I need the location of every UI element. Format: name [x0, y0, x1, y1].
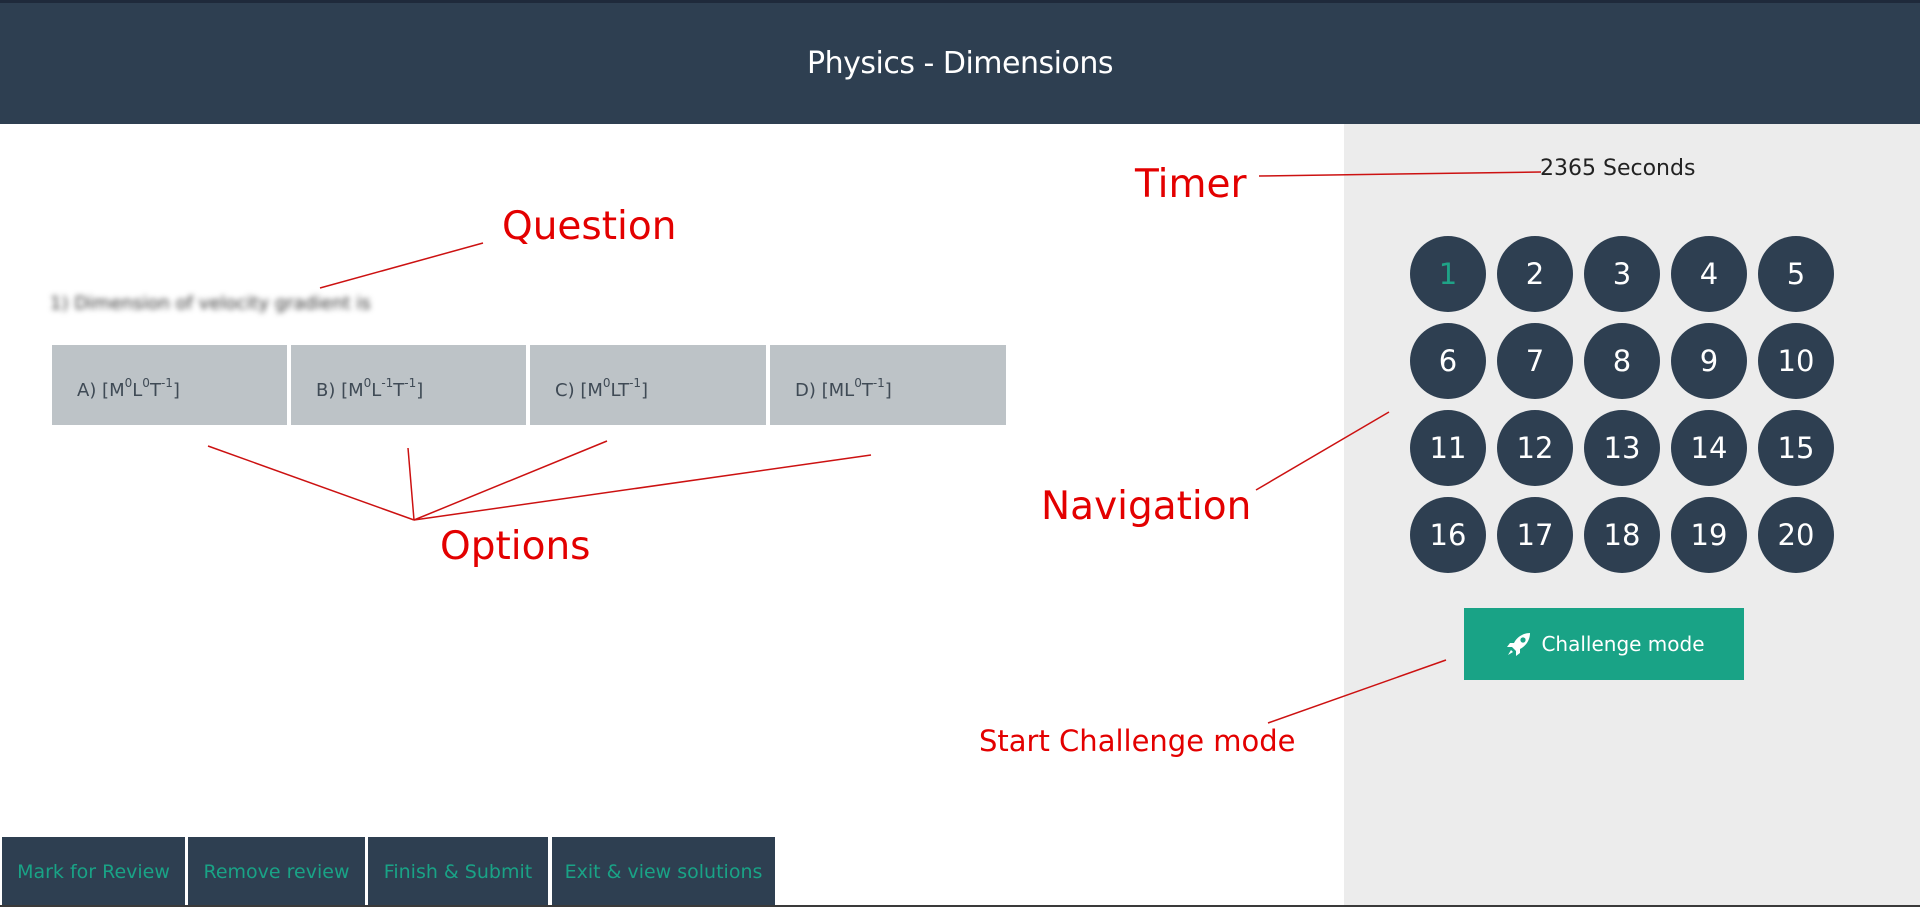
option-a[interactable]: A) [M0L0T-1]	[52, 345, 287, 425]
nav-button-20[interactable]: 20	[1758, 497, 1834, 573]
option-b-close: ]	[416, 380, 424, 401]
exit-view-solutions-button[interactable]: Exit & view solutions	[552, 837, 775, 907]
option-a-sup-2: 0	[142, 376, 150, 390]
nav-button-18[interactable]: 18	[1584, 497, 1660, 573]
option-d[interactable]: D) [ML0T-1]	[770, 345, 1006, 425]
option-a-text: A) [M	[77, 380, 125, 401]
nav-button-8[interactable]: 8	[1584, 323, 1660, 399]
nav-button-6[interactable]: 6	[1410, 323, 1486, 399]
question-text: 1) Dimension of velocity gradient is	[50, 293, 371, 314]
nav-button-9[interactable]: 9	[1671, 323, 1747, 399]
option-d-sup-2: -1	[872, 376, 885, 390]
remove-review-button[interactable]: Remove review	[188, 837, 365, 907]
nav-button-17[interactable]: 17	[1497, 497, 1573, 573]
option-b-l: L	[371, 380, 382, 401]
option-pointer-line-b	[407, 447, 415, 521]
option-d-sup-1: 0	[854, 376, 862, 390]
annotation-timer: Timer	[1135, 162, 1247, 207]
nav-button-10[interactable]: 10	[1758, 323, 1834, 399]
annotation-navigation: Navigation	[1041, 484, 1252, 529]
option-c[interactable]: C) [M0LT-1]	[530, 345, 766, 425]
header-bar: Physics - Dimensions	[0, 3, 1920, 124]
option-b-sup-1: 0	[363, 376, 372, 390]
option-d-t: T	[861, 380, 873, 401]
option-a-l: L	[132, 380, 143, 401]
nav-button-14[interactable]: 14	[1671, 410, 1747, 486]
question-pointer-line	[319, 242, 484, 289]
option-b-text: B) [M	[316, 380, 364, 401]
nav-button-16[interactable]: 16	[1410, 497, 1486, 573]
nav-button-11[interactable]: 11	[1410, 410, 1486, 486]
nav-button-2[interactable]: 2	[1497, 236, 1573, 312]
option-pointer-line-c	[413, 440, 608, 521]
option-a-t: T	[149, 380, 161, 401]
finish-submit-button[interactable]: Finish & Submit	[368, 837, 548, 907]
mark-for-review-button[interactable]: Mark for Review	[2, 837, 185, 907]
option-c-sup-2: -1	[629, 376, 642, 390]
nav-button-4[interactable]: 4	[1671, 236, 1747, 312]
rocket-icon	[1507, 633, 1531, 656]
nav-button-5[interactable]: 5	[1758, 236, 1834, 312]
page-root: Physics - Dimensions 2365 Seconds 1 2 3 …	[0, 0, 1920, 907]
nav-button-12[interactable]: 12	[1497, 410, 1573, 486]
option-b-sup-3: -1	[404, 376, 417, 390]
annotation-challenge: Start Challenge mode	[979, 724, 1296, 758]
nav-button-1[interactable]: 1	[1410, 236, 1486, 312]
nav-button-15[interactable]: 15	[1758, 410, 1834, 486]
option-c-close: ]	[641, 380, 649, 401]
option-b-sup-2: -1	[381, 376, 394, 390]
option-d-close: ]	[884, 380, 892, 401]
option-a-sup-1: 0	[124, 376, 133, 390]
option-pointer-line-d	[413, 454, 872, 521]
annotation-options: Options	[440, 524, 591, 569]
option-a-sup-3: -1	[160, 376, 173, 390]
timer-display: 2365 Seconds	[1540, 156, 1696, 181]
challenge-mode-label: Challenge mode	[1541, 632, 1705, 656]
option-pointer-line-a	[207, 445, 415, 521]
nav-button-3[interactable]: 3	[1584, 236, 1660, 312]
nav-button-19[interactable]: 19	[1671, 497, 1747, 573]
nav-button-7[interactable]: 7	[1497, 323, 1573, 399]
annotation-question: Question	[502, 204, 677, 249]
option-b[interactable]: B) [M0L-1T-1]	[291, 345, 526, 425]
option-d-text: D) [ML	[795, 380, 855, 401]
page-title: Physics - Dimensions	[807, 46, 1113, 81]
option-c-text: C) [M	[555, 380, 603, 401]
option-b-t: T	[393, 380, 405, 401]
option-a-close: ]	[172, 380, 180, 401]
nav-button-13[interactable]: 13	[1584, 410, 1660, 486]
challenge-mode-button[interactable]: Challenge mode	[1464, 608, 1744, 680]
option-c-lt: LT	[610, 380, 630, 401]
option-c-sup-1: 0	[602, 376, 611, 390]
